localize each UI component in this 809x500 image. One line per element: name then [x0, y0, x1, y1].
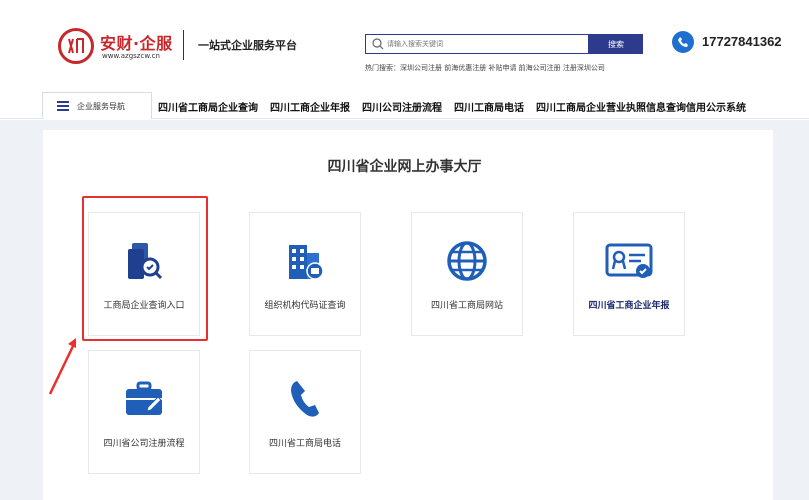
- nav-links: 四川省工商局企业查询 四川工商企业年报 四川公司注册流程 四川工商局电话 四川工…: [158, 99, 746, 114]
- card-bureau-website[interactable]: 四川省工商局网站: [411, 212, 523, 336]
- card-label: 四川省工商局电话: [268, 439, 341, 449]
- brand-logo[interactable]: [58, 28, 94, 64]
- search-input[interactable]: [387, 36, 577, 52]
- search-button[interactable]: 搜索: [589, 34, 643, 54]
- brand-url: www.azgszcw.cn: [102, 52, 160, 60]
- briefcase-icon: [126, 381, 162, 415]
- annotation-arrow: [48, 338, 76, 395]
- highlight-box: [82, 196, 208, 341]
- card-org-code-query[interactable]: 组织机构代码证查询: [249, 212, 361, 336]
- nav-menu-button[interactable]: 企业服务导航: [42, 92, 152, 119]
- menu-icon: [57, 101, 69, 111]
- brand-divider: [183, 30, 184, 60]
- card-label: 四川省工商局网站: [430, 301, 503, 311]
- page-title: 四川省企业网上办事大厅: [327, 159, 482, 175]
- card-bureau-phone[interactable]: 四川省工商局电话: [249, 350, 361, 474]
- nav-menu-label: 企业服务导航: [77, 101, 125, 111]
- phone-number: 17727841362: [702, 34, 782, 49]
- card-label: 四川省工商企业年报: [588, 301, 670, 311]
- certificate-icon: [605, 243, 653, 278]
- phone-icon: [672, 31, 694, 53]
- search-icon: [369, 35, 387, 53]
- brand-name: 安财·企服: [100, 34, 173, 53]
- nav-link-registration-flow[interactable]: 四川公司注册流程: [362, 99, 442, 114]
- card-label: 组织机构代码证查询: [264, 301, 346, 311]
- search-box: [365, 34, 589, 54]
- logo-mark-icon: [68, 38, 84, 54]
- nav-link-license-credit-system[interactable]: 四川工商局企业营业执照信息查询信用公示系统: [536, 99, 746, 114]
- card-company-registration[interactable]: 四川省公司注册流程: [88, 350, 200, 474]
- building-icon: [289, 245, 324, 280]
- hot-search-links[interactable]: 热门搜索：深圳公司注册 前海优惠注册 补贴申请 前海公司注册 注册深圳公司: [365, 63, 605, 73]
- slogan: 一站式企业服务平台: [198, 39, 297, 52]
- card-label: 四川省公司注册流程: [103, 439, 185, 449]
- nav-link-annual-report[interactable]: 四川工商企业年报: [270, 99, 350, 114]
- nav-link-phone[interactable]: 四川工商局电话: [454, 99, 524, 114]
- nav-link-enterprise-query[interactable]: 四川省工商局企业查询: [158, 99, 258, 114]
- globe-icon: [447, 241, 487, 281]
- phone-icon: [291, 381, 319, 417]
- card-annual-report[interactable]: 四川省工商企业年报: [573, 212, 685, 336]
